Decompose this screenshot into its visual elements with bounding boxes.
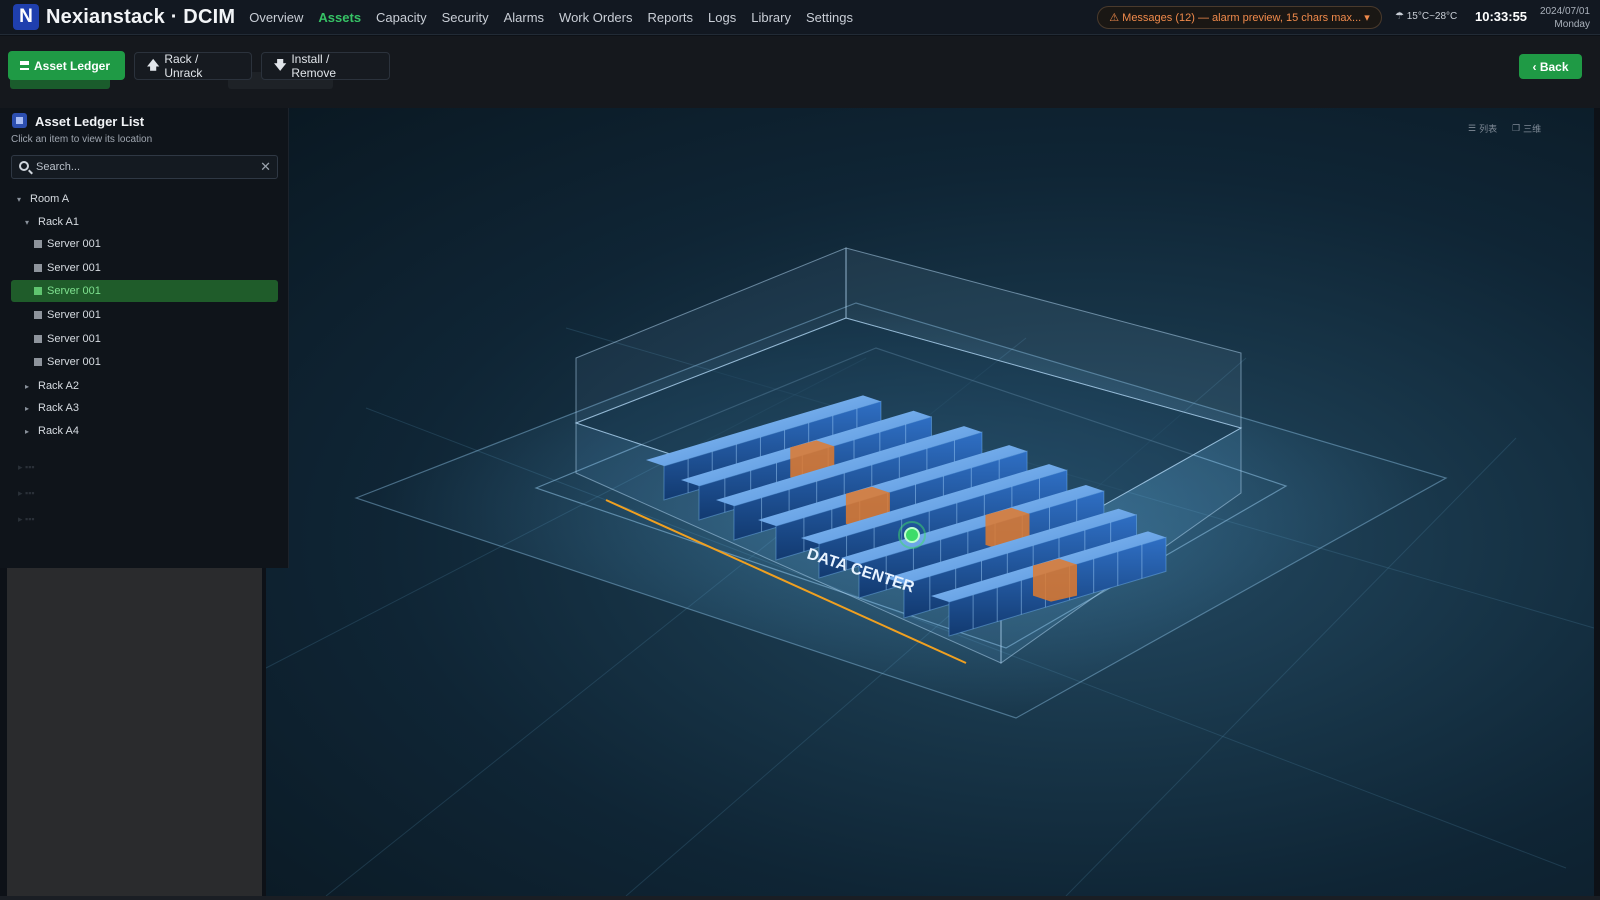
tree-item-label: Server 001 (47, 262, 101, 274)
chevron-down-icon[interactable]: ▾ (22, 218, 32, 227)
nav-item-settings[interactable]: Settings (806, 10, 853, 25)
panel-title: Asset Ledger List (35, 114, 145, 129)
nav-item-work-orders[interactable]: Work Orders (559, 10, 632, 25)
bottom-edge (0, 896, 1600, 900)
tree-item-server[interactable]: Server 001 (34, 257, 240, 279)
faded-row: ▸ ▪▪▪ (18, 488, 35, 498)
tree-item-label: Server 001 (47, 333, 101, 345)
top-bar: N Nexianstack · DCIM Overview Assets Capac… (0, 0, 1600, 35)
server-icon (34, 264, 42, 272)
date-block: 2024/07/01 Monday (1540, 5, 1590, 31)
3d-view-toggle[interactable]: ❐ 三维 (1512, 122, 1541, 135)
nav-item-alarms[interactable]: Alarms (504, 10, 544, 25)
tree-item-rack[interactable]: ▸ Rack A4 (22, 420, 240, 442)
panel-subtitle: Click an item to view its location (11, 134, 153, 145)
download-arrow-icon: 🡇 (274, 57, 287, 72)
nav-item-capacity[interactable]: Capacity (376, 10, 427, 25)
toggle-label: 三维 (1523, 124, 1542, 134)
tree-item-rack[interactable]: ▸ Rack A3 (22, 397, 240, 419)
nav-item-library[interactable]: Library (751, 10, 791, 25)
nav-item-security[interactable]: Security (442, 10, 489, 25)
tree-item-rack[interactable]: ▾ Rack A1 (22, 211, 240, 233)
weekday-text: Monday (1554, 19, 1590, 30)
messages-dropdown[interactable]: ⚠ Messages (12) — alarm preview, 15 char… (1097, 6, 1382, 29)
tree-item-label: Server 001 (47, 309, 101, 321)
close-icon[interactable]: ✕ (260, 159, 271, 175)
ledger-icon (12, 113, 27, 128)
chevron-right-icon[interactable]: ▸ (22, 427, 32, 436)
tree-item-server[interactable]: Server 001 (34, 351, 240, 373)
list-view-toggle[interactable]: ☰ 列表 (1468, 122, 1497, 135)
date-text: 2024/07/01 (1539, 6, 1590, 17)
list-icon: ☰ (1468, 123, 1477, 133)
faded-row: ▸ ▪▪▪ (18, 514, 35, 524)
toggle-label: 列表 (1479, 124, 1498, 134)
tree-item-label: Rack A4 (38, 425, 79, 437)
tab-label: Rack / Unrack (164, 52, 203, 80)
chevron-right-icon[interactable]: ▸ (22, 404, 32, 413)
3d-viewport[interactable]: DATA CENTER ☰ 列表 ❐ 三维 (266, 108, 1594, 896)
app-title: Nexianstack · DCIM (46, 5, 236, 28)
tree-item-server[interactable]: Server 001 (34, 304, 240, 326)
tab-install-remove[interactable]: 🡇 Install / Remove (261, 52, 390, 80)
clock: 10:33:55 (1475, 9, 1528, 24)
tab-label: Install / Remove (291, 52, 337, 80)
tree-item-label: Server 001 (47, 238, 101, 250)
nav-item-logs[interactable]: Logs (708, 10, 736, 25)
logo: N (13, 4, 39, 30)
chevron-down-icon[interactable]: ▾ (14, 195, 24, 204)
nav-item-overview[interactable]: Overview (249, 10, 303, 25)
tree-item-label: Server 001 (47, 285, 101, 297)
tree-item-server[interactable]: Server 001 (34, 233, 240, 255)
alarm-rack[interactable] (1032, 558, 1077, 602)
main-nav: Overview Assets Capacity Security Alarms Work… (249, 10, 868, 25)
server-icon (34, 335, 42, 343)
tree-item-server[interactable]: Server 001 (34, 328, 240, 350)
tab-label: Asset Ledger (34, 58, 111, 73)
search-input[interactable] (36, 159, 251, 175)
tree-item-label: Server 001 (47, 356, 101, 368)
list-icon (20, 61, 29, 70)
nav-item-assets[interactable]: Assets (318, 10, 361, 25)
data-center-scene[interactable]: DATA CENTER (266, 108, 1594, 896)
search-icon (19, 161, 29, 171)
faded-row: ▸ ▪▪▪ (18, 462, 35, 472)
tree-item-server[interactable]: Server 001 (11, 280, 278, 302)
search-box: ✕ (11, 155, 278, 179)
tree-item-label: Rack A2 (38, 380, 79, 392)
tree-item-label: Rack A1 (38, 216, 79, 228)
server-icon (34, 311, 42, 319)
server-icon (34, 287, 42, 295)
tree-item-label: Rack A3 (38, 402, 79, 414)
server-icon (34, 240, 42, 248)
weather-readout: ☂ 15°C~28°C (1395, 11, 1458, 22)
tab-asset-ledger[interactable]: Asset Ledger (8, 51, 125, 80)
chevron-right-icon[interactable]: ▸ (22, 382, 32, 391)
panel-shadow (7, 568, 262, 896)
tree-item-label: Room A (30, 193, 70, 205)
tree-item-room[interactable]: ▾ Room A (14, 188, 240, 210)
location-marker[interactable] (904, 527, 920, 543)
back-button[interactable]: ‹ Back (1519, 54, 1582, 79)
tab-rack-unrack[interactable]: 🡅 Rack / Unrack (134, 52, 252, 80)
cube-icon: ❐ (1512, 123, 1521, 133)
upload-arrow-icon: 🡅 (147, 57, 160, 72)
nav-item-reports[interactable]: Reports (647, 10, 693, 25)
tree-item-rack[interactable]: ▸ Rack A2 (22, 375, 240, 397)
server-icon (34, 358, 42, 366)
